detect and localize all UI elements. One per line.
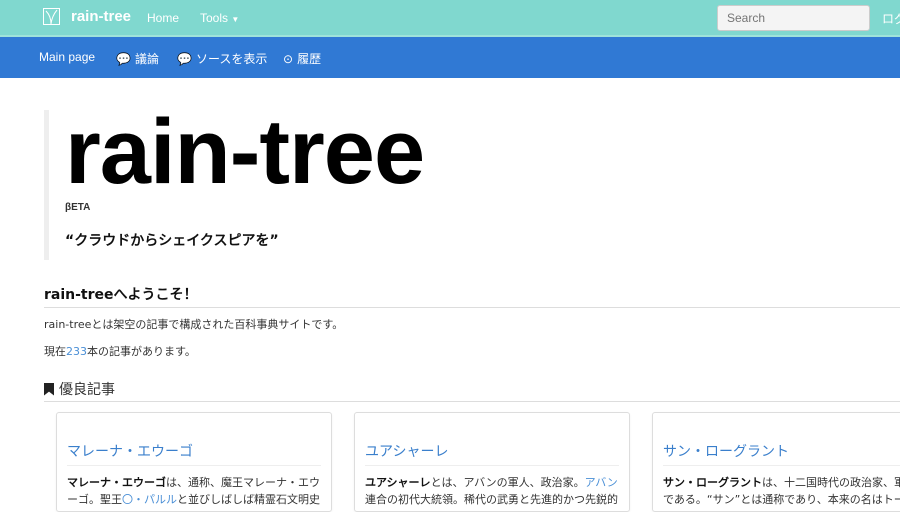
tagline: “クラウドからシェイクスピアを”: [65, 233, 279, 249]
bookmark-icon: [44, 382, 54, 396]
card-title-link[interactable]: ユアシャーレ: [365, 441, 619, 466]
site-description: rain-treeとは架空の記事で構成された百科事典サイトです。: [44, 318, 344, 331]
history-link[interactable]: ⊙ 履歴: [283, 50, 321, 67]
welcome-heading: rain-treeへようこそ！: [44, 284, 900, 308]
brand-link[interactable]: rain-tree: [43, 8, 131, 25]
hero-blockquote: rain-tree βETA “クラウドからシェイクスピアを”: [44, 101, 544, 260]
featured-heading: 優良記事: [44, 379, 900, 402]
card-title-link[interactable]: マレーナ・エウーゴ: [67, 441, 321, 466]
nav-home[interactable]: Home: [147, 11, 179, 25]
card-excerpt: ユアシャーレとは、アバンの軍人、政治家。アバン 連合の初代大統領。稀代の武勇と先進…: [365, 476, 618, 506]
view-source-link[interactable]: 💬 ソースを表示: [177, 50, 267, 67]
comment-icon: 💬: [116, 51, 131, 66]
top-navbar: rain-tree Home Tools ▼ ログイン: [0, 0, 900, 37]
nav-tools-dropdown[interactable]: Tools ▼: [200, 11, 239, 25]
card-excerpt: マレーナ・エウーゴは、通称、魔王マレーナ・エウ ーゴ。聖王〇・パルルと並びしばしば…: [67, 476, 320, 506]
caret-down-icon: ▼: [231, 15, 240, 24]
page-actions-bar: Main page 💬 議論 💬 ソースを表示 ⊙ 履歴: [0, 37, 900, 78]
search-input[interactable]: [717, 5, 870, 31]
clock-icon: ⊙: [283, 51, 294, 66]
site-title: rain-tree: [65, 101, 425, 203]
login-link[interactable]: ログイン: [882, 10, 900, 27]
logo-icon: [43, 8, 60, 25]
featured-card: サン・ローグラント サン・ローグラントは、十二国時代の政治家、軍 である。“サン”…: [652, 412, 900, 512]
card-title-link[interactable]: サン・ローグラント: [663, 441, 900, 466]
article-count-link[interactable]: 233: [66, 345, 87, 358]
comment-icon: 💬: [177, 51, 192, 66]
main-page-link[interactable]: Main page: [39, 50, 95, 64]
article-count: 現在233本の記事があります。: [44, 345, 196, 358]
article-link[interactable]: アバン: [585, 476, 618, 489]
card-excerpt: サン・ローグラントは、十二国時代の政治家、軍 である。“サン”とは通称であり、本来…: [663, 476, 900, 506]
featured-card: ユアシャーレ ユアシャーレとは、アバンの軍人、政治家。アバン 連合の初代大統領。稀…: [354, 412, 630, 512]
featured-card: マレーナ・エウーゴ マレーナ・エウーゴは、通称、魔王マレーナ・エウ ーゴ。聖王〇・…: [56, 412, 332, 512]
beta-label: βETA: [65, 202, 91, 213]
talk-link[interactable]: 💬 議論: [116, 50, 159, 67]
